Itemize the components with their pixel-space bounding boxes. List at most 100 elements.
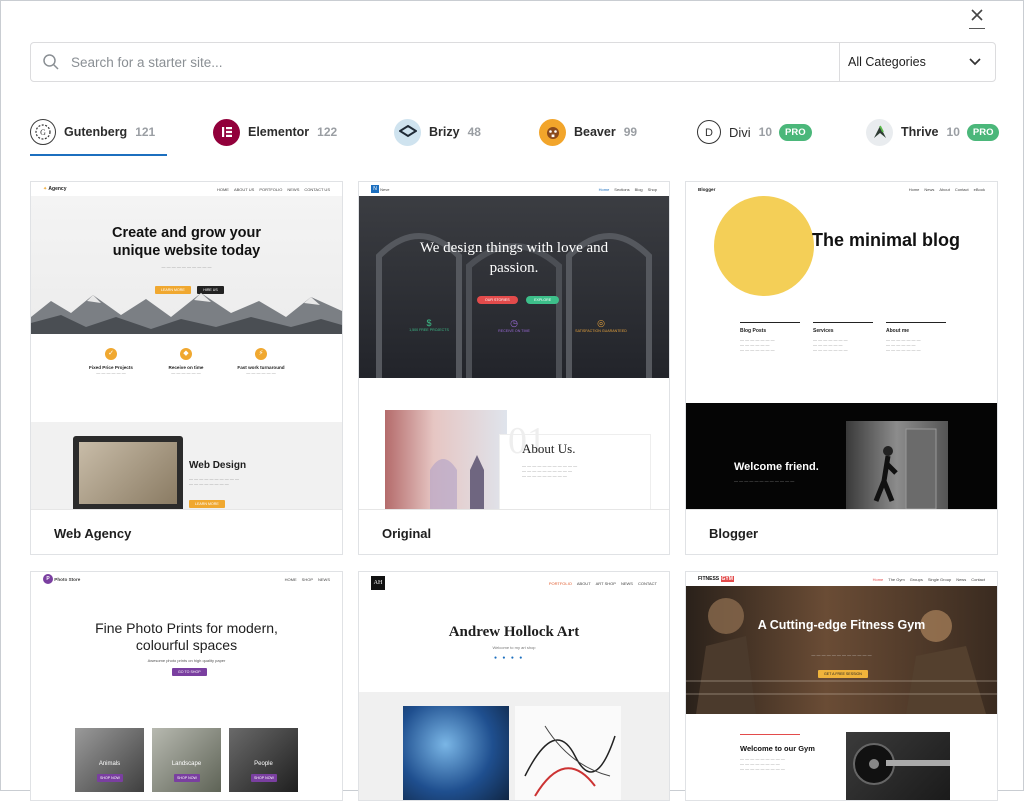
tab-label: Gutenberg — [64, 125, 128, 139]
site-card-original[interactable]: N Neve Home Sections Blog Shop We design th… — [358, 181, 670, 555]
preview-nav-item: ART SHOP — [595, 580, 616, 586]
site-card-blogger[interactable]: Blogger Home News About Contact eBook The mi… — [685, 181, 998, 555]
feature: ◆ Receive on time — — — — — — — [151, 348, 221, 375]
preview-brand: Neve — [380, 186, 390, 192]
preview-hero: A Cutting-edge Fitness Gym — — — — — — —… — [686, 586, 997, 714]
site-title: Blogger — [709, 526, 759, 541]
active-tab-indicator — [30, 154, 167, 156]
divi-icon: D — [697, 120, 721, 144]
site-card-art[interactable]: AH PORTFOLIO ABOUT ART SHOP NEWS CONTACT And… — [358, 571, 670, 801]
preview-nav-item: Contact — [954, 186, 969, 192]
preview-nav: AH PORTFOLIO ABOUT ART SHOP NEWS CONTACT — [359, 572, 669, 594]
site-card-web-agency[interactable]: ✦ Agency HOME ABOUT US PORTFOLIO NEWS CONTAC… — [30, 181, 343, 555]
yellow-circle-shape — [714, 196, 814, 296]
feature-text: — — — — — — — [96, 370, 126, 375]
preview-text: — — — — — — — — — — — [161, 264, 212, 269]
preview-brand: Photo Store — [54, 576, 81, 582]
arches-image — [376, 233, 652, 378]
tab-label: Brizy — [429, 125, 460, 139]
preview-section: Welcome to our Gym — — — — — — — — — — — … — [686, 714, 997, 800]
tab-thrive[interactable]: Thrive 10 PRO — [866, 114, 1000, 150]
preview-section-title: About Us. — [522, 441, 576, 456]
elementor-icon — [213, 118, 240, 146]
category-tile: Animals SHOP NOW — [75, 728, 144, 792]
preview-text: Welcome to my art shop — [492, 645, 536, 650]
tab-count: 121 — [135, 125, 156, 139]
preview-button: GET A FREE SESSION — [818, 670, 868, 678]
tab-label: Divi — [729, 124, 751, 140]
preview-hero: We design things with love and passion. … — [359, 196, 669, 378]
preview-button: LEARN MORE — [189, 500, 225, 508]
preview-nav-item: Home — [908, 186, 920, 192]
preview-nav-item: ABOUT US — [233, 186, 255, 192]
tab-label: Beaver — [574, 125, 616, 139]
search-input[interactable] — [71, 43, 839, 81]
tab-brizy[interactable]: Brizy 48 — [394, 114, 481, 150]
abstract-painting-image — [515, 706, 621, 800]
tab-count: 10 — [758, 125, 773, 139]
category-label: Landscape — [171, 761, 202, 767]
preview-nav-item: HOME — [284, 576, 297, 582]
mountains-image — [31, 293, 342, 335]
close-button[interactable] — [966, 4, 988, 29]
preview-nav-item: eBook — [973, 186, 985, 192]
tab-elementor[interactable]: Elementor 122 — [213, 114, 337, 150]
check-icon: ✓ — [105, 348, 117, 360]
boxers-image — [686, 598, 997, 714]
preview-brand: Agency — [48, 186, 67, 192]
column-title: Blog Posts — [740, 328, 767, 334]
preview-nav-item: ABOUT — [576, 580, 591, 586]
site-card-fitness[interactable]: FITNESS GYM Home The Gym Groups Single Grou… — [685, 571, 998, 801]
preview-button: SHOP NOW — [174, 774, 200, 782]
preview-headline: A Cutting-edge Fitness Gym — [757, 618, 926, 632]
pro-badge: PRO — [966, 123, 1000, 141]
feature: $1,500 FREE PROJECTS — [409, 318, 449, 332]
preview-nav-item: PORTFOLIO — [259, 186, 283, 192]
preview-nav-item: SHOP — [301, 576, 313, 582]
preview-nav-item: News — [924, 186, 935, 192]
preview-headline: The minimal blog — [812, 230, 961, 250]
preview-nav-item: Shop — [647, 186, 657, 192]
gutenberg-icon: G — [30, 119, 56, 145]
preview-button: OUR STORIES — [477, 296, 518, 304]
preview-column: Services — — — — — — — — — — — — — — — — —… — [813, 322, 886, 352]
laptop-image — [73, 436, 183, 512]
social-icons: ● ● ● ● — [494, 655, 525, 661]
preview-section-text: — — — — — — — — — — — — — — — — — — — — —… — [522, 463, 578, 478]
column-text: — — — — — — — — — — — — — — — — — — — — — [740, 337, 775, 352]
preview-nav-item: Blog — [634, 186, 643, 192]
feature: ◷ RECEIVE ON TIME — [494, 318, 534, 333]
chevron-down-icon — [969, 58, 981, 66]
preview-button: SHOP NOW — [251, 774, 277, 782]
tab-beaver[interactable]: Beaver 99 — [539, 114, 637, 150]
feature-title: RECEIVE ON TIME — [498, 329, 530, 333]
category-tile: People SHOP NOW — [229, 728, 298, 792]
preview-banner-title: Welcome friend. — [734, 461, 819, 473]
preview-headline: Andrew Hollock Art — [448, 624, 580, 640]
preview-hero: Create and grow your unique website toda… — [31, 196, 342, 335]
tab-gutenberg[interactable]: G Gutenberg 121 — [30, 114, 155, 150]
feature: ⚡ Fast work turnaround — — — — — — — [226, 348, 296, 375]
preview-column: About me — — — — — — — — — — — — — — — — —… — [886, 322, 959, 352]
preview-button: GO TO SHOP — [172, 668, 207, 676]
preview-headline: We design things with love and passion. — [419, 240, 609, 276]
search-bar: All Categories — [30, 42, 996, 82]
preview-nav-item: NEWS — [287, 186, 300, 192]
preview-buttons: OUR STORIES EXPLORE — [477, 288, 560, 306]
preview-brand: Blogger — [698, 186, 716, 192]
category-select[interactable]: All Categories — [839, 43, 995, 81]
preview-brand: AH — [371, 576, 385, 590]
preview-nav: FITNESS GYM Home The Gym Groups Single Grou… — [686, 572, 997, 586]
preview-nav-item: CONTACT — [637, 580, 657, 586]
search-icon — [31, 43, 71, 81]
tab-divi[interactable]: D Divi 10 PRO — [697, 114, 812, 150]
about-panel: 01 About Us. — — — — — — — — — — — — — — … — [499, 420, 651, 512]
thrive-icon — [866, 118, 893, 146]
site-card-photo-store[interactable]: P Photo Store HOME SHOP NEWS Fine Photo Pr… — [30, 571, 343, 801]
tab-label: Elementor — [248, 125, 310, 139]
preview-brand: FITNESS — [698, 576, 720, 582]
preview-section-title: Web Design — [189, 460, 247, 471]
clock-icon: ◷ — [510, 318, 518, 328]
preview-headline: Fine Photo Prints for modern, colourful … — [95, 620, 278, 653]
feature: ◎ SATISFACTION GUARANTEED — [571, 318, 631, 333]
